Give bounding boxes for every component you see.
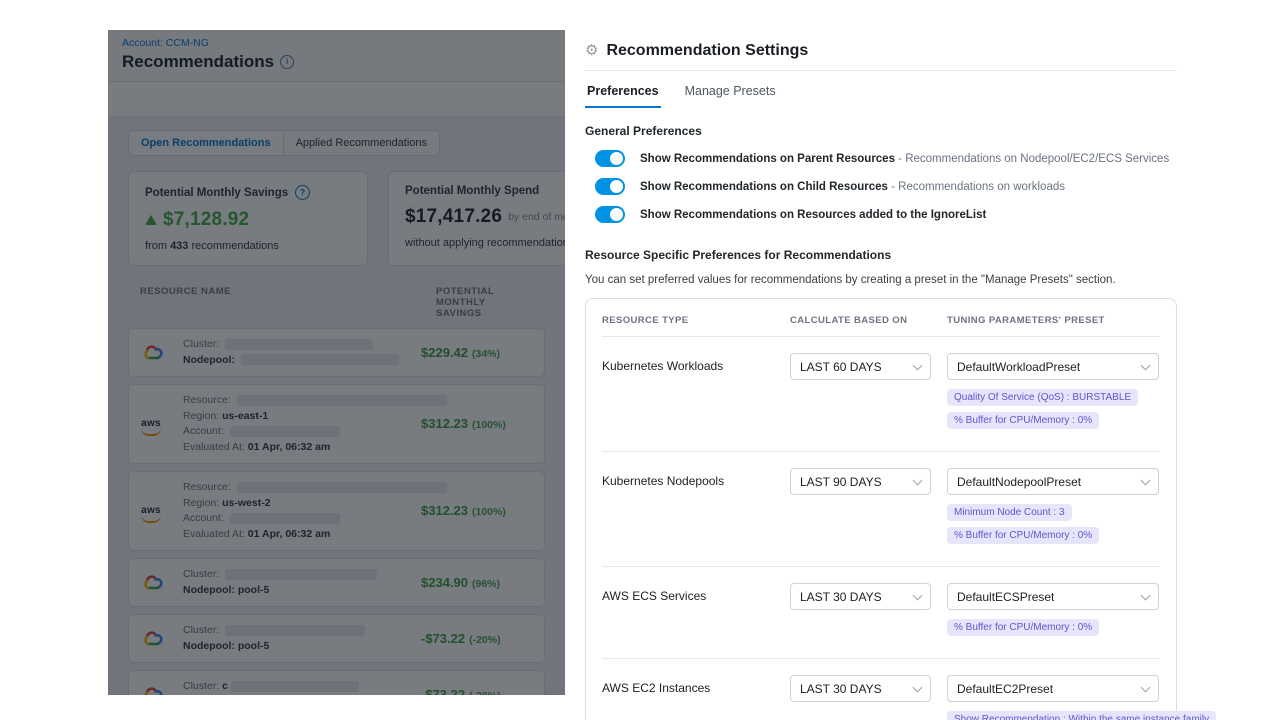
resource-type-label: Kubernetes Nodepools	[602, 468, 790, 488]
toggle-label: Show Recommendations on Parent Resources…	[640, 153, 1169, 165]
chevron-down-icon	[1141, 590, 1151, 600]
screen: Account: CCM-NG Recommendations i Open R…	[0, 0, 1280, 720]
chevron-down-icon	[913, 360, 923, 370]
resource-specific-description: You can set preferred values for recomme…	[585, 274, 1177, 286]
toggle-knob	[610, 152, 623, 165]
calculate-based-on-select[interactable]: LAST 30 DAYS	[790, 675, 931, 702]
column-header-resource-type: RESOURCE TYPE	[602, 315, 790, 326]
preset-select[interactable]: DefaultEC2Preset	[947, 675, 1159, 702]
chevron-down-icon	[913, 475, 923, 485]
column-header-tuning-parameters-preset: TUNING PARAMETERS' PRESET	[947, 315, 1160, 326]
resource-specific-heading: Resource Specific Preferences for Recomm…	[585, 248, 1177, 262]
resource-preference-row: AWS EC2 InstancesLAST 30 DAYS DefaultEC2P…	[602, 658, 1160, 720]
preset-badge: Show Recommendation : Within the same in…	[947, 711, 1216, 720]
drawer-backdrop[interactable]	[108, 30, 565, 695]
recommendation-settings-drawer: ⚙ Recommendation Settings Preferences Man…	[565, 30, 1280, 720]
resource-preferences-rows: Kubernetes WorkloadsLAST 60 DAYS DefaultW…	[602, 337, 1160, 720]
resource-type-label: AWS EC2 Instances	[602, 675, 790, 695]
column-header-calculate-based-on: CALCULATE BASED ON	[790, 315, 947, 326]
toggle-knob	[610, 180, 623, 193]
preset-badge: Quality Of Service (QoS) : BURSTABLE	[947, 389, 1138, 406]
preset-select[interactable]: DefaultNodepoolPreset	[947, 468, 1159, 495]
preset-badges: Quality Of Service (QoS) : BURSTABLE % Bu…	[947, 389, 1160, 429]
resource-type-label: AWS ECS Services	[602, 583, 790, 603]
tab-manage-presets[interactable]: Manage Presets	[683, 78, 778, 108]
resource-preference-row: Kubernetes WorkloadsLAST 60 DAYS DefaultW…	[602, 337, 1160, 451]
preset-select[interactable]: DefaultWorkloadPreset	[947, 353, 1159, 380]
toggle-switch-2[interactable]	[595, 178, 625, 195]
chevron-down-icon	[1141, 682, 1151, 692]
toggle-switch-3[interactable]	[595, 206, 625, 223]
drawer-tabs: Preferences Manage Presets	[585, 71, 1177, 108]
preset-badge: % Buffer for CPU/Memory : 0%	[947, 412, 1099, 429]
calculate-based-on-select[interactable]: LAST 30 DAYS	[790, 583, 931, 610]
toggle-row: Show Recommendations on Resources added …	[585, 206, 1177, 223]
chevron-down-icon	[1141, 360, 1151, 370]
preset-badge: % Buffer for CPU/Memory : 0%	[947, 527, 1099, 544]
chevron-down-icon	[913, 590, 923, 600]
toggle-switch-1[interactable]	[595, 150, 625, 167]
resource-type-label: Kubernetes Workloads	[602, 353, 790, 373]
resource-preference-row: Kubernetes NodepoolsLAST 90 DAYS DefaultN…	[602, 451, 1160, 566]
toggle-row: Show Recommendations on Child Resources …	[585, 178, 1177, 195]
preset-badge: % Buffer for CPU/Memory : 0%	[947, 619, 1099, 636]
recommendations-page: Account: CCM-NG Recommendations i Open R…	[108, 30, 565, 695]
toggle-row: Show Recommendations on Parent Resources…	[585, 150, 1177, 167]
preset-badges: Show Recommendation : Within the same in…	[947, 711, 1216, 720]
preset-badges: Minimum Node Count : 3 % Buffer for CPU/M…	[947, 504, 1160, 544]
preset-badges: % Buffer for CPU/Memory : 0%	[947, 619, 1160, 636]
calculate-based-on-select[interactable]: LAST 60 DAYS	[790, 353, 931, 380]
preset-select[interactable]: DefaultECSPreset	[947, 583, 1159, 610]
toggle-knob	[610, 208, 623, 221]
chevron-down-icon	[913, 682, 923, 692]
resource-preferences-table: RESOURCE TYPE CALCULATE BASED ON TUNING …	[585, 298, 1177, 720]
general-preferences-toggles: Show Recommendations on Parent Resources…	[585, 150, 1177, 223]
tab-preferences[interactable]: Preferences	[585, 78, 661, 108]
toggle-label: Show Recommendations on Child Resources …	[640, 181, 1065, 193]
resource-preference-row: AWS ECS ServicesLAST 30 DAYS DefaultECSPr…	[602, 566, 1160, 658]
gear-icon: ⚙	[585, 43, 598, 59]
chevron-down-icon	[1141, 475, 1151, 485]
drawer-title: Recommendation Settings	[606, 42, 808, 60]
toggle-label: Show Recommendations on Resources added …	[640, 209, 986, 221]
calculate-based-on-select[interactable]: LAST 90 DAYS	[790, 468, 931, 495]
preset-badge: Minimum Node Count : 3	[947, 504, 1072, 521]
general-preferences-heading: General Preferences	[585, 124, 1177, 138]
